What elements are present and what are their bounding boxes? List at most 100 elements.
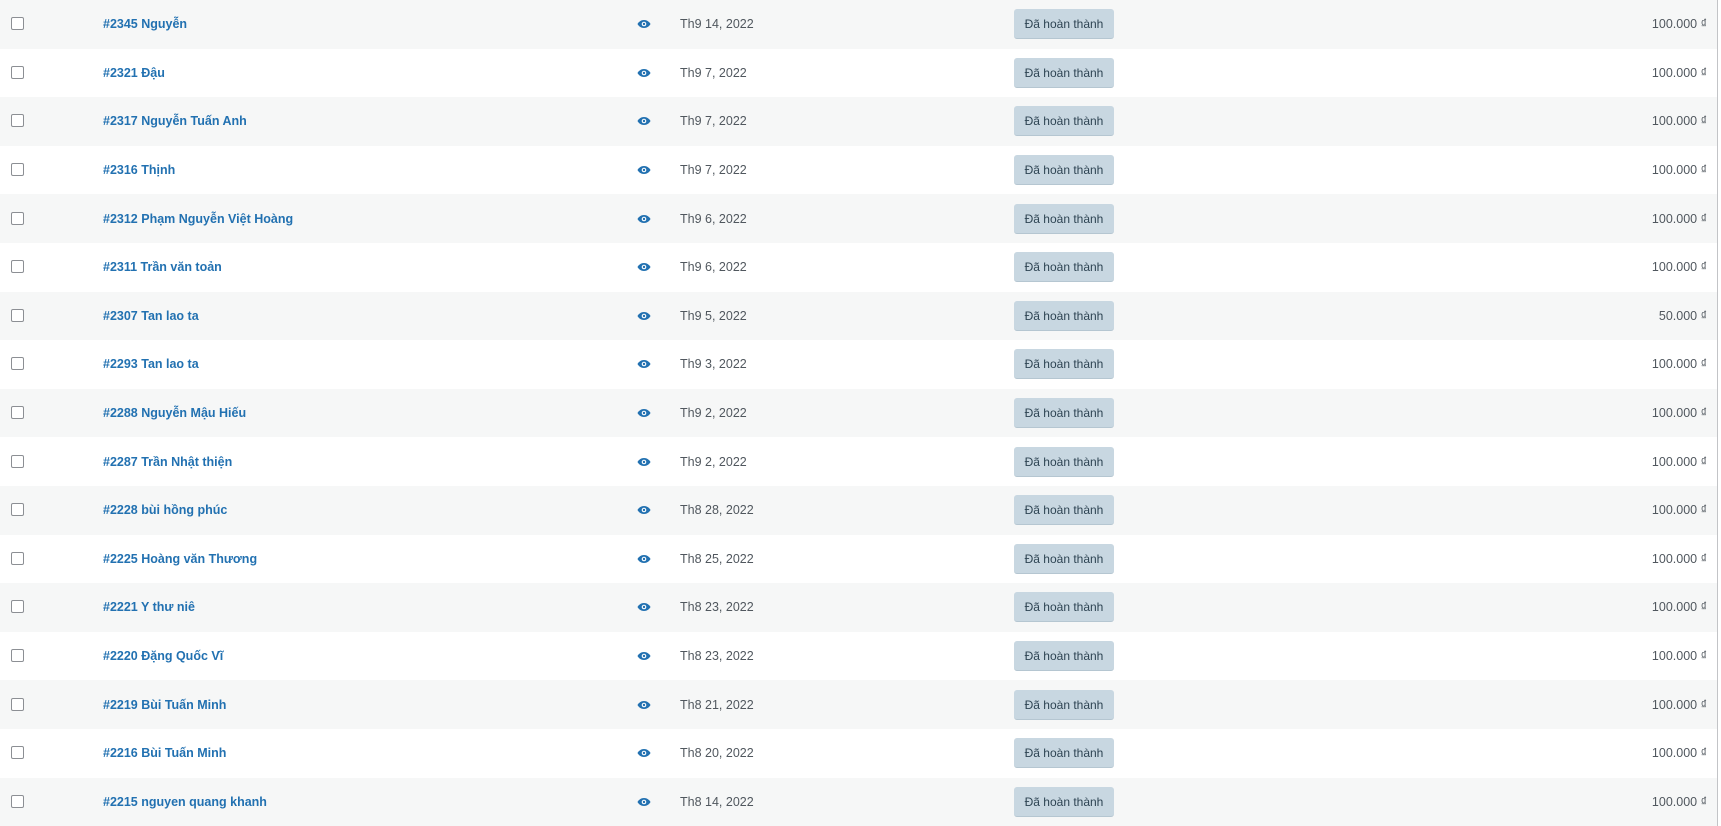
order-total: 100.000 ₫ (1651, 65, 1707, 80)
order-link[interactable]: #2321 Đậu (103, 66, 165, 80)
order-date: Th9 5, 2022 (680, 308, 747, 323)
eye-icon[interactable] (637, 68, 651, 78)
order-date: Th8 20, 2022 (680, 746, 754, 761)
order-link[interactable]: #2288 Nguyễn Mậu Hiếu (103, 406, 246, 420)
order-link[interactable]: #2311 Trần văn toản (103, 260, 222, 274)
eye-icon[interactable] (637, 505, 651, 515)
row-select-checkbox[interactable] (11, 600, 24, 614)
order-total: 100.000 ₫ (1651, 551, 1707, 566)
order-total: 100.000 ₫ (1651, 697, 1707, 712)
eye-icon[interactable] (637, 19, 651, 29)
status-badge: Đã hoàn thành (1014, 689, 1114, 720)
orders-table: #2345 Nguyễn Th9 14, 2022 Đã hoàn thành … (0, 0, 1718, 826)
order-date: Th9 14, 2022 (680, 17, 754, 32)
order-date: Th8 25, 2022 (680, 551, 754, 566)
order-link[interactable]: #2221 Y thư niê (103, 600, 195, 614)
status-badge: Đã hoàn thành (1014, 543, 1114, 574)
order-row: #2287 Trần Nhật thiện Th9 2, 2022 Đã hoà… (0, 437, 1717, 486)
order-date: Th9 6, 2022 (680, 211, 747, 226)
order-link[interactable]: #2287 Trần Nhật thiện (103, 455, 232, 469)
status-badge: Đã hoàn thành (1014, 495, 1114, 526)
order-row: #2219 Bùi Tuấn Minh Th8 21, 2022 Đã hoàn… (0, 680, 1717, 729)
eye-icon[interactable] (637, 457, 651, 467)
order-total: 100.000 ₫ (1651, 163, 1707, 178)
order-total: 100.000 ₫ (1651, 454, 1707, 469)
eye-icon[interactable] (637, 700, 651, 710)
order-total: 100.000 ₫ (1651, 114, 1707, 129)
row-select-checkbox[interactable] (11, 697, 24, 711)
eye-icon[interactable] (637, 408, 651, 418)
eye-icon[interactable] (637, 748, 651, 758)
order-row: #2220 Đặng Quốc Vĩ Th8 23, 2022 Đã hoàn … (0, 631, 1717, 681)
order-row: #2317 Nguyễn Tuấn Anh Th9 7, 2022 Đã hoà… (0, 97, 1717, 146)
order-link[interactable]: #2225 Hoàng văn Thương (103, 552, 257, 566)
eye-icon[interactable] (637, 165, 651, 175)
order-total: 100.000 ₫ (1651, 649, 1707, 664)
order-total: 100.000 ₫ (1651, 211, 1707, 226)
order-link[interactable]: #2215 nguyen quang khanh (103, 795, 267, 809)
order-row: #2321 Đậu Th9 7, 2022 Đã hoàn thành 100.… (0, 48, 1717, 98)
order-link[interactable]: #2293 Tan lao ta (103, 357, 199, 371)
row-select-checkbox[interactable] (11, 114, 24, 128)
order-total: 100.000 ₫ (1651, 503, 1707, 518)
row-select-checkbox[interactable] (11, 454, 24, 468)
row-select-checkbox[interactable] (11, 551, 24, 565)
status-badge: Đã hoàn thành (1014, 9, 1114, 40)
row-select-checkbox[interactable] (11, 649, 24, 663)
order-date: Th9 2, 2022 (680, 454, 747, 469)
order-date: Th9 7, 2022 (680, 65, 747, 80)
order-link[interactable]: #2317 Nguyễn Tuấn Anh (103, 114, 247, 128)
order-link[interactable]: #2220 Đặng Quốc Vĩ (103, 649, 223, 663)
order-total: 100.000 ₫ (1651, 600, 1707, 615)
eye-icon[interactable] (637, 359, 651, 369)
status-badge: Đã hoàn thành (1014, 155, 1114, 186)
eye-icon[interactable] (637, 602, 651, 612)
order-row: #2228 bùi hồng phúc Th8 28, 2022 Đã hoàn… (0, 485, 1717, 535)
status-badge: Đã hoàn thành (1014, 446, 1114, 477)
status-badge: Đã hoàn thành (1014, 300, 1114, 331)
status-badge: Đã hoàn thành (1014, 106, 1114, 137)
order-row: #2307 Tan lao ta Th9 5, 2022 Đã hoàn thà… (0, 291, 1717, 341)
eye-icon[interactable] (637, 311, 651, 321)
row-select-checkbox[interactable] (11, 65, 24, 79)
order-link[interactable]: #2316 Thịnh (103, 163, 175, 177)
row-select-checkbox[interactable] (11, 794, 24, 808)
order-link[interactable]: #2219 Bùi Tuấn Minh (103, 698, 226, 712)
order-link[interactable]: #2216 Bùi Tuấn Minh (103, 746, 226, 760)
order-total: 100.000 ₫ (1651, 794, 1707, 809)
order-link[interactable]: #2312 Phạm Nguyễn Việt Hoàng (103, 212, 293, 226)
row-select-checkbox[interactable] (11, 17, 24, 31)
order-row: #2311 Trần văn toản Th9 6, 2022 Đã hoàn … (0, 242, 1717, 292)
row-select-checkbox[interactable] (11, 211, 24, 225)
eye-icon[interactable] (637, 797, 651, 807)
order-total: 100.000 ₫ (1651, 406, 1707, 421)
status-badge: Đã hoàn thành (1014, 252, 1114, 283)
order-date: Th8 14, 2022 (680, 794, 754, 809)
row-select-checkbox[interactable] (11, 357, 24, 371)
eye-icon[interactable] (637, 262, 651, 272)
row-select-checkbox[interactable] (11, 406, 24, 420)
row-select-checkbox[interactable] (11, 260, 24, 274)
order-row: #2215 nguyen quang khanh Th8 14, 2022 Đã… (0, 777, 1717, 826)
order-link[interactable]: #2307 Tan lao ta (103, 309, 199, 323)
status-badge: Đã hoàn thành (1014, 738, 1114, 769)
order-date: Th8 21, 2022 (680, 697, 754, 712)
order-row: #2288 Nguyễn Mậu Hiếu Th9 2, 2022 Đã hoà… (0, 388, 1717, 438)
row-select-checkbox[interactable] (11, 746, 24, 760)
order-row: #2221 Y thư niê Th8 23, 2022 Đã hoàn thà… (0, 583, 1717, 632)
status-badge: Đã hoàn thành (1014, 203, 1114, 234)
row-select-checkbox[interactable] (11, 503, 24, 517)
status-badge: Đã hoàn thành (1014, 398, 1114, 429)
order-link[interactable]: #2228 bùi hồng phúc (103, 503, 227, 517)
order-row: #2312 Phạm Nguyễn Việt Hoàng Th9 6, 2022… (0, 194, 1717, 243)
order-row: #2316 Thịnh Th9 7, 2022 Đã hoàn thành 10… (0, 145, 1717, 195)
order-row: #2293 Tan lao ta Th9 3, 2022 Đã hoàn thà… (0, 340, 1717, 389)
eye-icon[interactable] (637, 116, 651, 126)
eye-icon[interactable] (637, 651, 651, 661)
eye-icon[interactable] (637, 554, 651, 564)
order-total: 100.000 ₫ (1651, 746, 1707, 761)
order-link[interactable]: #2345 Nguyễn (103, 17, 187, 31)
row-select-checkbox[interactable] (11, 163, 24, 177)
row-select-checkbox[interactable] (11, 308, 24, 322)
eye-icon[interactable] (637, 214, 651, 224)
